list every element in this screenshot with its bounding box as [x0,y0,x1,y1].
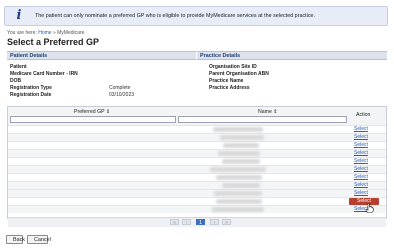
practice-details-header: Practice Details [196,51,387,60]
table-row: Select [8,189,386,197]
gp-name-redacted [212,207,264,212]
registration-date-label: Registration Date [10,92,52,98]
select-link[interactable]: Select [354,166,368,173]
gp-name-redacted [223,143,259,148]
column-action: Action [356,112,371,118]
page-title: Select a Preferred GP [7,37,100,47]
dob-label: DOB [10,78,22,84]
breadcrumb-separator: » [52,30,56,36]
registration-date-value: 03/10/2023 [109,92,135,98]
gp-name-redacted [214,191,262,196]
preferred-gp-grid: Preferred GP ⇕ Name ⇕ Action Select Sele… [7,106,387,227]
table-row: Select [8,205,386,213]
select-link[interactable]: Select [354,142,368,149]
select-link[interactable]: Select [354,174,368,181]
preferred-gp-filter-input[interactable] [10,116,176,123]
gp-name-redacted [220,135,264,140]
breadcrumb-home-link[interactable]: Home [38,30,51,36]
column-name[interactable]: Name ⇕ [258,109,278,115]
org-site-label: Organisation Site ID [209,64,257,70]
select-button-active[interactable]: Select [349,198,379,205]
table-row: Select [8,141,386,149]
gp-name-redacted [222,159,260,164]
info-icon: i [16,8,22,23]
table-row: Select [8,173,386,181]
pager-first-button[interactable]: « [170,219,179,226]
registration-type-value: Complete [109,85,131,91]
pager-current-page[interactable]: 1 [196,219,205,226]
pager-last-button[interactable]: » [222,219,231,226]
grid-pager: « ‹ 1 › » [8,217,386,227]
breadcrumb-current: MyMedicare [57,30,85,36]
hand-cursor-icon [365,203,374,213]
pager-prev-button[interactable]: ‹ [182,219,191,226]
info-banner: i The patient can only nominate a prefer… [4,6,388,26]
select-link[interactable]: Select [354,190,368,197]
table-row: Select [8,133,386,141]
registration-type-label: Registration Type [10,85,52,91]
gp-name-redacted [218,151,260,156]
gp-name-redacted [216,175,262,180]
banner-text: The patient can only nominate a preferre… [35,13,316,19]
breadcrumb-prefix: You are here: [7,30,37,36]
table-row: Select [8,165,386,173]
select-link[interactable]: Select [354,158,368,165]
grid-header: Preferred GP ⇕ Name ⇕ Action [8,107,386,125]
practice-address-label: Practice Address [209,85,250,91]
breadcrumb: You are here: Home » MyMedicare [7,30,84,36]
cancel-button[interactable]: Cancel [27,235,51,244]
name-filter-input[interactable] [178,116,347,123]
gp-name-redacted [210,167,266,172]
column-preferred-gp[interactable]: Preferred GP ⇕ [74,109,110,115]
table-row-selected: Select [8,197,386,205]
gp-name-redacted [222,183,260,188]
select-link[interactable]: Select [354,182,368,189]
gp-name-redacted [216,199,262,204]
gp-name-redacted [213,127,263,132]
pager-next-button[interactable]: › [210,219,219,226]
select-link[interactable]: Select [354,134,368,141]
select-link[interactable]: Select [354,126,368,133]
patient-details-header: Patient Details [7,51,196,60]
back-button[interactable]: Back [6,235,25,244]
medicare-label: Medicare Card Number - IRN [10,71,78,77]
table-row: Select [8,157,386,165]
table-row: Select [8,181,386,189]
table-row: Select [8,149,386,157]
parent-abn-label: Parent Organisation ABN [209,71,269,77]
table-row: Select [8,125,386,133]
select-link[interactable]: Select [354,150,368,157]
practice-name-label: Practice Name [209,78,244,84]
patient-label: Patient [10,64,27,70]
